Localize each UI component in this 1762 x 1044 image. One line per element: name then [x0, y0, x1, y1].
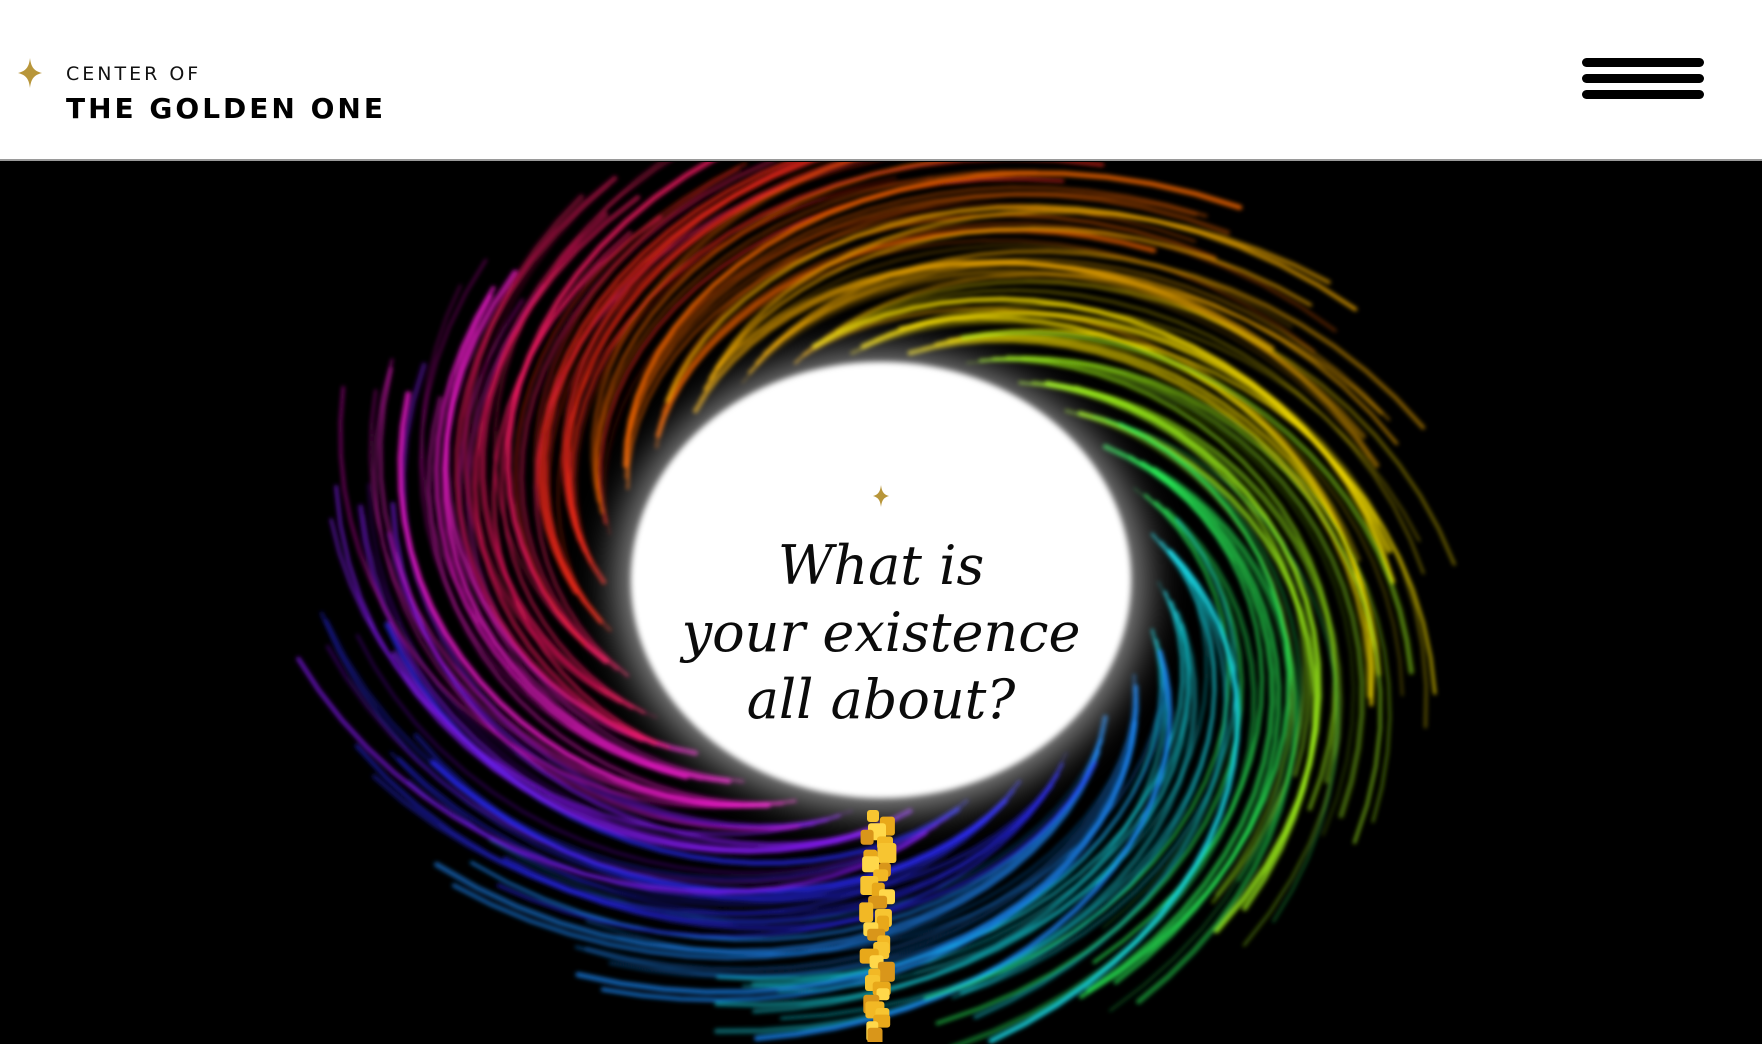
site-header: CENTER OF THE GOLDEN ONE: [0, 0, 1762, 161]
logo-line-2: THE GOLDEN ONE: [66, 92, 386, 125]
hero-title-line-1: What is: [777, 534, 985, 597]
site-logo[interactable]: CENTER OF THE GOLDEN ONE: [18, 56, 386, 126]
logo-line-1: CENTER OF: [66, 63, 202, 85]
menu-bar: [1582, 58, 1704, 67]
menu-bar: [1582, 90, 1704, 99]
gold-crystal: [860, 829, 874, 845]
menu-bar: [1582, 74, 1704, 83]
hero-section: What is your existence all about?: [0, 162, 1762, 1044]
gold-crystal-column-image: [859, 810, 897, 1042]
gold-star-icon: [18, 58, 42, 88]
gold-crystal: [877, 961, 895, 982]
hero-title-line-3: all about?: [746, 668, 1016, 731]
hamburger-menu-icon[interactable]: [1582, 56, 1704, 102]
hero-title: What is your existence all about?: [581, 532, 1181, 733]
gold-crystal: [867, 1027, 883, 1042]
page: CENTER OF THE GOLDEN ONE What is your ex…: [0, 0, 1762, 1044]
gold-star-icon: [873, 485, 889, 507]
logo-text: CENTER OF THE GOLDEN ONE: [66, 56, 386, 126]
gold-crystal: [859, 902, 874, 923]
gold-crystal: [867, 810, 879, 822]
hero-title-line-2: your existence: [681, 601, 1081, 664]
gold-crystal: [877, 843, 897, 863]
